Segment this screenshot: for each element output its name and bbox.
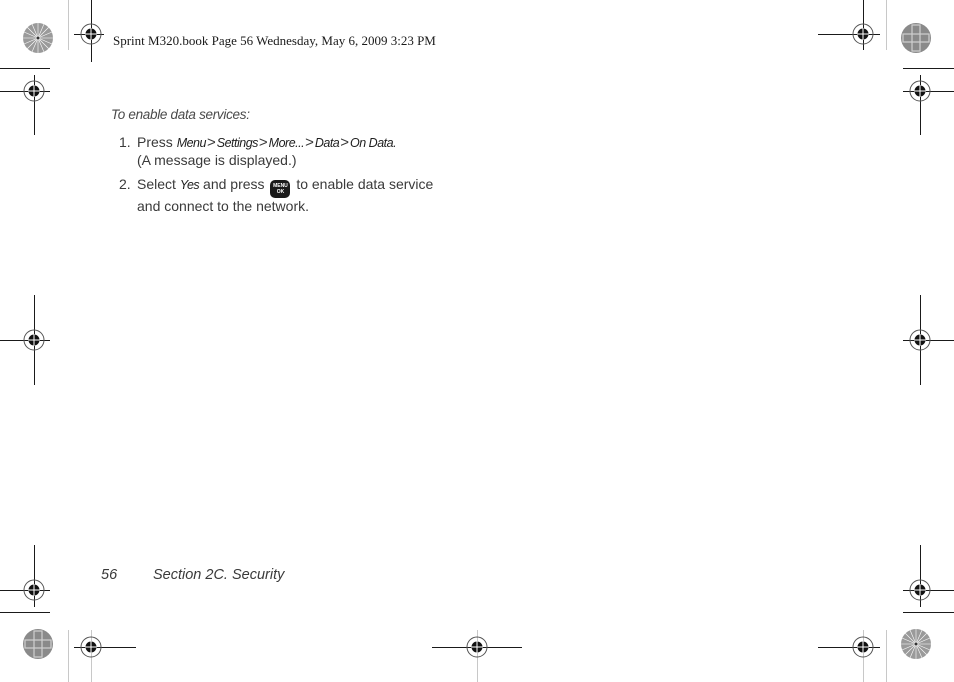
starburst-mark-top-left — [23, 23, 53, 53]
step-2: 2. Select Yes and press MENU OK to enable … — [119, 176, 433, 215]
trim-line — [0, 68, 50, 69]
step-text: Press — [137, 134, 177, 150]
print-slug: Sprint M320.book Page 56 Wednesday, May … — [113, 33, 436, 48]
menu-path-item: Data — [314, 136, 340, 150]
registration-mark-icon — [852, 23, 874, 45]
registration-mark-icon — [852, 636, 874, 658]
page-number: 56 — [101, 567, 118, 583]
trim-line — [68, 0, 69, 50]
trim-line — [903, 612, 954, 613]
step-text: to enable data service — [292, 176, 434, 192]
menu-path-item: Settings — [216, 136, 259, 150]
path-separator: > — [305, 134, 314, 151]
registration-mark-icon — [23, 80, 45, 102]
registration-mark-icon — [909, 579, 931, 601]
registration-mark-icon — [466, 636, 488, 658]
step-text: and press — [199, 176, 269, 192]
registration-mark-icon — [909, 329, 931, 351]
registration-mark-icon — [23, 329, 45, 351]
path-separator: > — [206, 134, 216, 151]
registration-mark-icon — [909, 80, 931, 102]
starburst-mark-top-right — [901, 23, 931, 53]
option-label: Yes — [179, 178, 200, 192]
trim-line — [0, 612, 50, 613]
procedure-intro: To enable data services: — [111, 107, 250, 122]
key-label: OK — [276, 189, 285, 195]
step-1: 1. Press Menu>Settings>More...>Data>On Da… — [119, 134, 397, 169]
menu-ok-key-icon: MENU OK — [270, 180, 291, 198]
path-separator: > — [340, 134, 350, 151]
registration-mark-icon — [23, 579, 45, 601]
trim-line — [886, 0, 887, 50]
trim-line — [886, 630, 887, 682]
section-title: Section 2C. Security — [153, 567, 285, 583]
step-continuation: (A message is displayed.) — [137, 152, 297, 168]
menu-path-item: On Data. — [350, 136, 397, 150]
step-number: 2. — [119, 176, 131, 192]
trim-line — [903, 68, 954, 69]
step-number: 1. — [119, 134, 131, 150]
step-text: Select — [137, 176, 180, 192]
starburst-mark-bottom-left — [23, 629, 53, 659]
registration-mark-icon — [80, 636, 102, 658]
starburst-mark-bottom-right — [901, 629, 931, 659]
trim-line — [68, 630, 69, 682]
menu-path-item: More... — [268, 136, 305, 150]
path-separator: > — [258, 134, 268, 151]
step-continuation: and connect to the network. — [137, 198, 309, 214]
menu-path-item: Menu — [176, 136, 207, 150]
registration-mark-icon — [80, 23, 102, 45]
